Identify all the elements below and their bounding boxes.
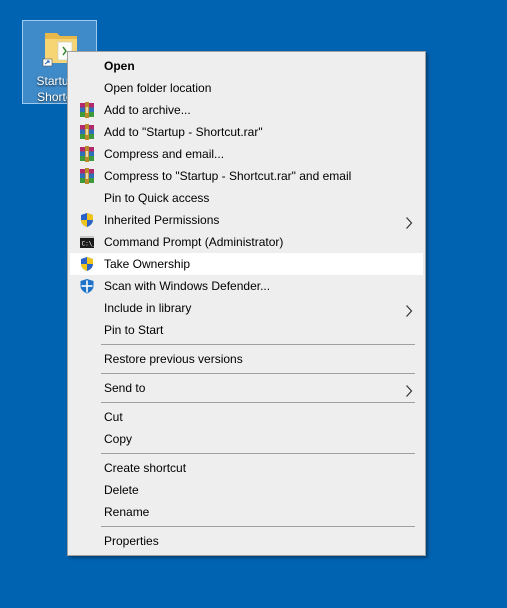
uac-shield-icon bbox=[79, 212, 95, 228]
menu-item-label: Open bbox=[104, 59, 135, 73]
menu-item-label: Inherited Permissions bbox=[104, 213, 220, 227]
menu-item-include-library[interactable]: Include in library bbox=[70, 297, 423, 319]
menu-separator bbox=[101, 453, 415, 454]
menu-item-open-folder-location[interactable]: Open folder location bbox=[70, 77, 423, 99]
menu-item-properties[interactable]: Properties bbox=[70, 530, 423, 552]
menu-item-cut[interactable]: Cut bbox=[70, 406, 423, 428]
menu-item-label: Include in library bbox=[104, 301, 192, 315]
chevron-right-icon bbox=[405, 302, 413, 317]
menu-item-open[interactable]: Open bbox=[70, 55, 423, 77]
winrar-icon bbox=[79, 102, 95, 118]
menu-item-label: Properties bbox=[104, 534, 159, 548]
menu-item-label: Take Ownership bbox=[104, 257, 191, 271]
windows-defender-icon bbox=[79, 278, 95, 294]
menu-item-copy[interactable]: Copy bbox=[70, 428, 423, 450]
menu-item-label: Send to bbox=[104, 381, 146, 395]
menu-item-add-to-archive[interactable]: Add to archive... bbox=[70, 99, 423, 121]
menu-item-send-to[interactable]: Send to bbox=[70, 377, 423, 399]
menu-item-label: Cut bbox=[104, 410, 123, 424]
winrar-icon bbox=[79, 124, 95, 140]
menu-item-label: Compress to "Startup - Shortcut.rar" and… bbox=[104, 169, 352, 183]
menu-item-pin-quick-access[interactable]: Pin to Quick access bbox=[70, 187, 423, 209]
menu-item-label: Pin to Start bbox=[104, 323, 164, 337]
winrar-icon bbox=[79, 146, 95, 162]
menu-separator bbox=[101, 344, 415, 345]
menu-item-label: Command Prompt (Administrator) bbox=[104, 235, 284, 249]
menu-item-pin-start[interactable]: Pin to Start bbox=[70, 319, 423, 341]
command-prompt-icon: C:\_ bbox=[79, 234, 96, 250]
svg-text:C:\_: C:\_ bbox=[82, 241, 96, 248]
menu-item-rename[interactable]: Rename bbox=[70, 501, 423, 523]
menu-separator bbox=[101, 526, 415, 527]
menu-item-create-shortcut[interactable]: Create shortcut bbox=[70, 457, 423, 479]
menu-item-inherited-permissions[interactable]: Inherited Permissions bbox=[70, 209, 423, 231]
menu-item-compress-email[interactable]: Compress and email... bbox=[70, 143, 423, 165]
menu-item-command-prompt[interactable]: C:\_ Command Prompt (Administrator) bbox=[70, 231, 423, 253]
menu-item-label: Compress and email... bbox=[104, 147, 225, 161]
menu-item-scan-defender[interactable]: Scan with Windows Defender... bbox=[70, 275, 423, 297]
menu-separator bbox=[101, 402, 415, 403]
menu-item-label: Scan with Windows Defender... bbox=[104, 279, 271, 293]
chevron-right-icon bbox=[405, 382, 413, 397]
menu-item-label: Delete bbox=[104, 483, 139, 497]
context-menu: Open Open folder location Add to archive… bbox=[67, 51, 426, 556]
menu-item-restore-versions[interactable]: Restore previous versions bbox=[70, 348, 423, 370]
chevron-right-icon bbox=[405, 214, 413, 229]
menu-item-label: Add to "Startup - Shortcut.rar" bbox=[104, 125, 263, 139]
menu-item-label: Copy bbox=[104, 432, 133, 446]
menu-item-label: Rename bbox=[104, 505, 150, 519]
winrar-icon bbox=[79, 168, 95, 184]
menu-item-take-ownership[interactable]: Take Ownership bbox=[70, 253, 423, 275]
menu-item-add-to-rar[interactable]: Add to "Startup - Shortcut.rar" bbox=[70, 121, 423, 143]
menu-item-compress-rar-email[interactable]: Compress to "Startup - Shortcut.rar" and… bbox=[70, 165, 423, 187]
uac-shield-icon bbox=[79, 256, 95, 272]
menu-item-label: Restore previous versions bbox=[104, 352, 243, 366]
menu-item-label: Pin to Quick access bbox=[104, 191, 210, 205]
menu-item-label: Add to archive... bbox=[104, 103, 191, 117]
menu-item-label: Create shortcut bbox=[104, 461, 187, 475]
menu-separator bbox=[101, 373, 415, 374]
menu-item-label: Open folder location bbox=[104, 81, 212, 95]
menu-item-delete[interactable]: Delete bbox=[70, 479, 423, 501]
